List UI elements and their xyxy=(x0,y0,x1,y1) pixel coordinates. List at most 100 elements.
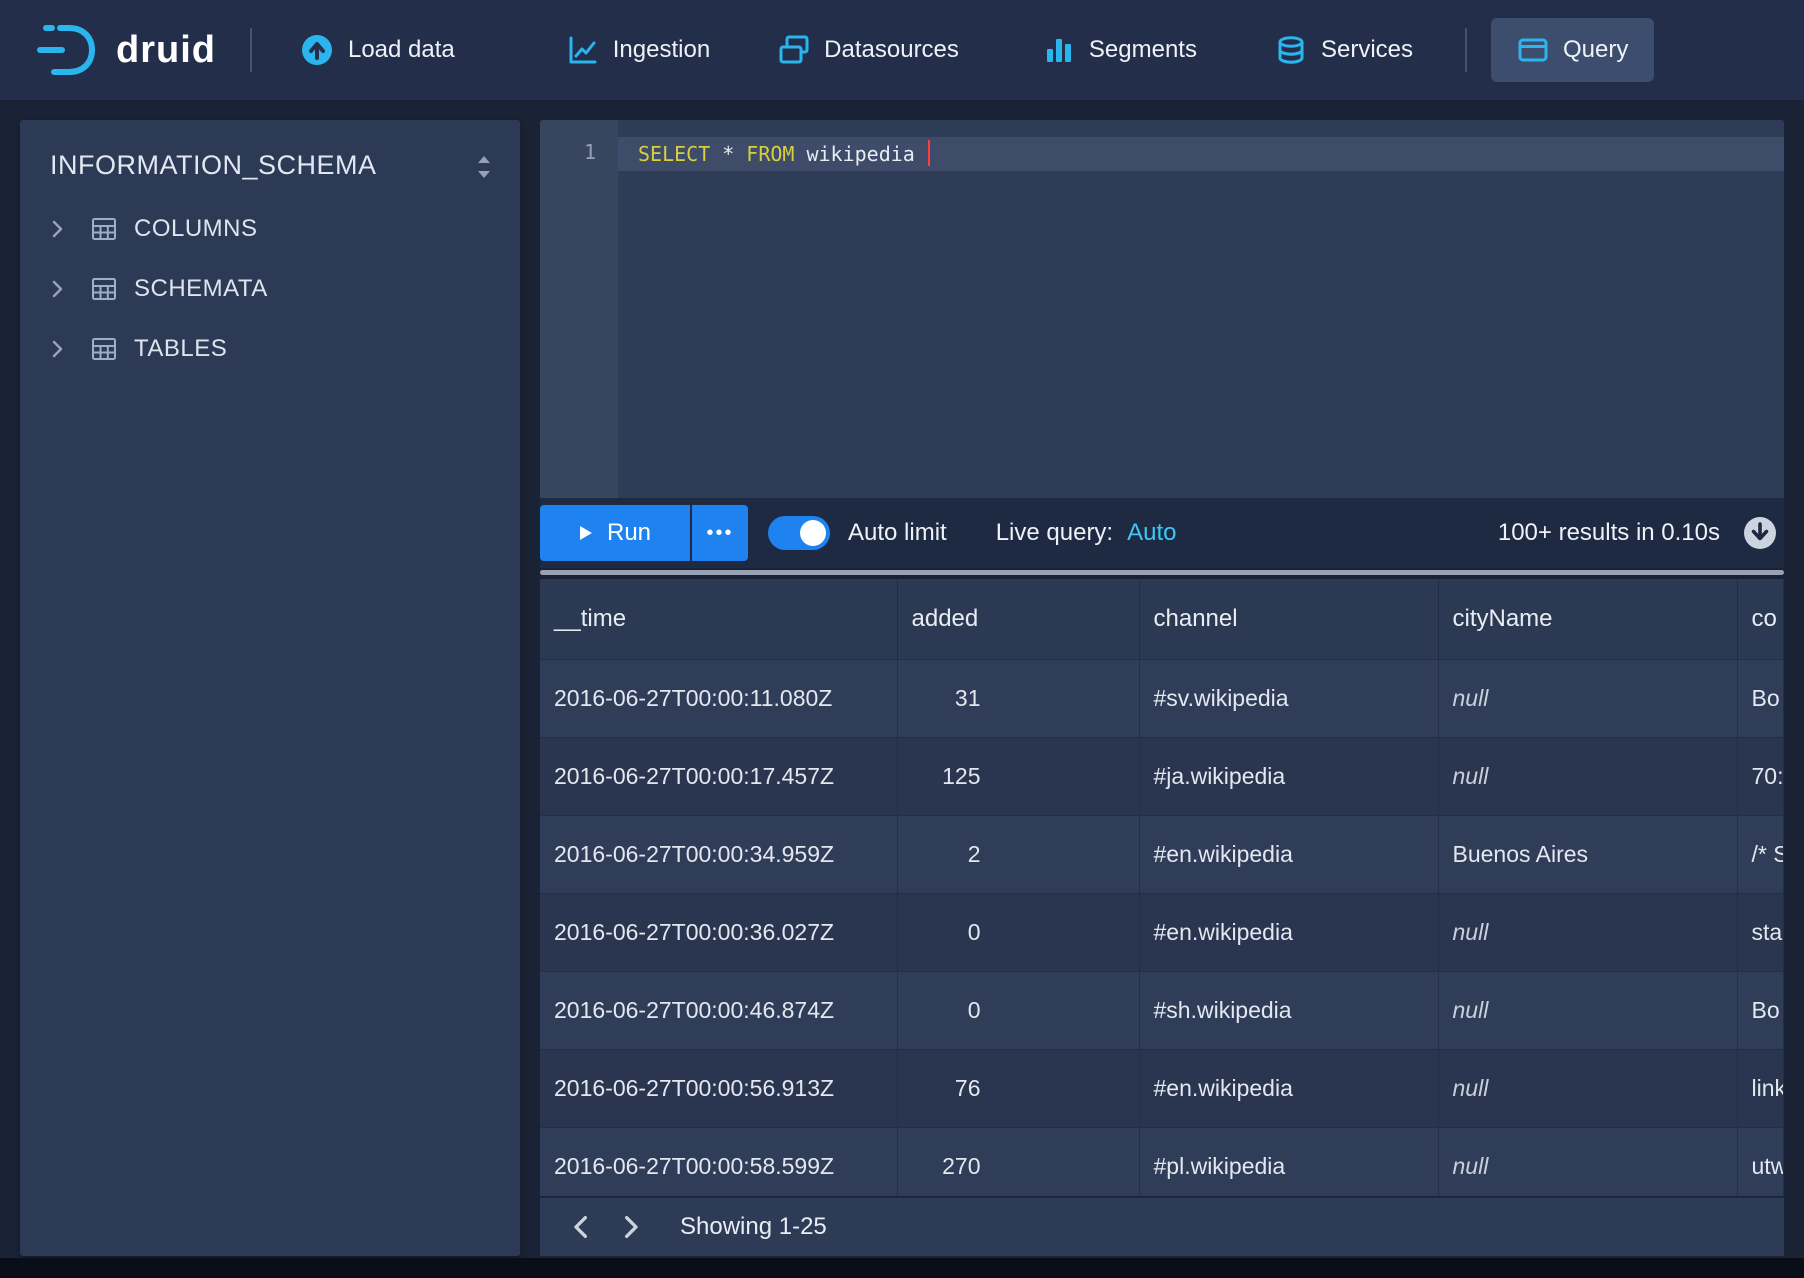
table-cell[interactable]: 2016-06-27T00:00:58.599Z xyxy=(540,1127,897,1196)
query-main-panel: 1 SELECT*FROMwikipedia Run ••• Auto limi… xyxy=(540,120,1784,1256)
run-button[interactable]: Run xyxy=(540,505,690,561)
tree-item-schemata[interactable]: SCHEMATA xyxy=(20,259,520,319)
table-cell[interactable]: 2016-06-27T00:00:56.913Z xyxy=(540,1049,897,1127)
table-cell[interactable]: sta xyxy=(1737,893,1784,971)
column-header[interactable]: added xyxy=(897,579,1139,659)
results-area: __time added channel cityName co 2016-06… xyxy=(540,579,1784,1196)
table-cell[interactable]: 76 xyxy=(897,1049,1139,1127)
line-number: 1 xyxy=(584,140,596,164)
table-cell[interactable]: null xyxy=(1438,1049,1737,1127)
table-cell[interactable]: #sv.wikipedia xyxy=(1139,659,1438,737)
bottom-strip xyxy=(0,1258,1804,1278)
table-cell[interactable]: 2016-06-27T00:00:17.457Z xyxy=(540,737,897,815)
nav-item-datasources[interactable]: Datasources xyxy=(778,34,959,66)
column-header[interactable]: __time xyxy=(540,579,897,659)
prev-page-icon[interactable] xyxy=(570,1215,590,1239)
run-bar: Run ••• Auto limit Live query: Auto 100+… xyxy=(540,498,1784,568)
table-row: 2016-06-27T00:00:58.599Z 270 #pl.wikiped… xyxy=(540,1127,1784,1196)
nav-item-ingestion[interactable]: Ingestion xyxy=(567,34,710,66)
next-page-icon[interactable] xyxy=(622,1215,642,1239)
table-cell[interactable]: null xyxy=(1438,659,1737,737)
schema-selector[interactable]: INFORMATION_SCHEMA xyxy=(20,120,520,181)
chevron-right-icon[interactable] xyxy=(50,280,64,298)
column-header[interactable]: co xyxy=(1737,579,1784,659)
chevron-right-icon[interactable] xyxy=(50,340,64,358)
table-cell[interactable]: 125 xyxy=(897,737,1139,815)
services-database-icon xyxy=(1275,34,1307,66)
table-row: 2016-06-27T00:00:56.913Z 76 #en.wikipedi… xyxy=(540,1049,1784,1127)
sql-table-name: wikipedia xyxy=(806,142,914,166)
schema-tree: COLUMNS SCHEMATA TABLES xyxy=(20,199,520,379)
table-cell[interactable]: 0 xyxy=(897,893,1139,971)
table-cell[interactable]: null xyxy=(1438,1127,1737,1196)
table-grid-icon xyxy=(90,335,118,363)
table-cell[interactable]: 2016-06-27T00:00:46.874Z xyxy=(540,971,897,1049)
nav-item-segments[interactable]: Segments xyxy=(1043,34,1197,66)
header-row: __time added channel cityName co xyxy=(540,579,1784,659)
live-query-value[interactable]: Auto xyxy=(1127,519,1176,547)
column-header[interactable]: channel xyxy=(1139,579,1438,659)
tree-item-label: COLUMNS xyxy=(134,215,258,243)
tree-item-tables[interactable]: TABLES xyxy=(20,319,520,379)
table-cell[interactable]: 2016-06-27T00:00:34.959Z xyxy=(540,815,897,893)
table-cell[interactable]: #en.wikipedia xyxy=(1139,893,1438,971)
table-cell[interactable]: Bo xyxy=(1737,659,1784,737)
table-cell[interactable]: null xyxy=(1438,737,1737,815)
editor-code-area[interactable]: SELECT*FROMwikipedia xyxy=(618,120,1784,498)
showing-label: Showing 1-25 xyxy=(680,1213,827,1241)
horizontal-scrollbar[interactable] xyxy=(540,570,1784,575)
table-cell[interactable]: null xyxy=(1438,971,1737,1049)
more-dots-icon: ••• xyxy=(706,522,733,545)
table-cell[interactable]: 31 xyxy=(897,659,1139,737)
auto-limit-label: Auto limit xyxy=(848,519,947,547)
sql-keyword: FROM xyxy=(746,142,794,166)
nav-item-services[interactable]: Services xyxy=(1275,34,1413,66)
table-cell[interactable]: null xyxy=(1438,893,1737,971)
auto-limit-toggle[interactable] xyxy=(768,516,830,550)
sql-keyword: SELECT xyxy=(638,142,710,166)
table-cell[interactable]: Bo xyxy=(1737,971,1784,1049)
nav-item-label: Load data xyxy=(348,36,455,64)
column-header[interactable]: cityName xyxy=(1438,579,1737,659)
table-cell[interactable]: 70: xyxy=(1737,737,1784,815)
segments-bars-icon xyxy=(1043,34,1075,66)
table-row: 2016-06-27T00:00:34.959Z 2 #en.wikipedia… xyxy=(540,815,1784,893)
table-row: 2016-06-27T00:00:17.457Z 125 #ja.wikiped… xyxy=(540,737,1784,815)
table-cell[interactable]: link xyxy=(1737,1049,1784,1127)
table-row: 2016-06-27T00:00:46.874Z 0 #sh.wikipedia… xyxy=(540,971,1784,1049)
results-info: 100+ results in 0.10s xyxy=(1498,519,1720,547)
druid-logo[interactable]: druid xyxy=(36,22,216,78)
table-cell[interactable]: 0 xyxy=(897,971,1139,1049)
table-cell[interactable]: Buenos Aires xyxy=(1438,815,1737,893)
table-cell[interactable]: #sh.wikipedia xyxy=(1139,971,1438,1049)
table-cell[interactable]: #en.wikipedia xyxy=(1139,815,1438,893)
table-grid-icon xyxy=(90,275,118,303)
nav-item-label: Ingestion xyxy=(613,36,710,64)
table-cell[interactable]: /* S xyxy=(1737,815,1784,893)
table-cell[interactable]: utw xyxy=(1737,1127,1784,1196)
download-button[interactable] xyxy=(1742,515,1778,551)
table-cell[interactable]: 2016-06-27T00:00:11.080Z xyxy=(540,659,897,737)
nav-item-label: Services xyxy=(1321,36,1413,64)
double-caret-icon[interactable] xyxy=(474,154,494,187)
live-query-label: Live query: xyxy=(996,519,1113,547)
table-cell[interactable]: 270 xyxy=(897,1127,1139,1196)
nav-item-load-data[interactable]: Load data xyxy=(300,33,455,67)
chevron-right-icon[interactable] xyxy=(50,220,64,238)
pagination-bar: Showing 1-25 xyxy=(540,1196,1784,1256)
table-cell[interactable]: 2016-06-27T00:00:36.027Z xyxy=(540,893,897,971)
nav-item-label: Query xyxy=(1563,36,1628,64)
upload-icon xyxy=(300,33,334,67)
brand-text: druid xyxy=(116,29,216,72)
table-cell[interactable]: #en.wikipedia xyxy=(1139,1049,1438,1127)
run-more-button[interactable]: ••• xyxy=(692,505,748,561)
sql-editor[interactable]: 1 SELECT*FROMwikipedia xyxy=(540,120,1784,498)
nav-item-query[interactable]: Query xyxy=(1491,18,1654,82)
results-table: __time added channel cityName co 2016-06… xyxy=(540,579,1784,1196)
table-cell[interactable]: 2 xyxy=(897,815,1139,893)
tree-item-columns[interactable]: COLUMNS xyxy=(20,199,520,259)
nav-item-label: Segments xyxy=(1089,36,1197,64)
tree-item-label: SCHEMATA xyxy=(134,275,268,303)
table-cell[interactable]: #ja.wikipedia xyxy=(1139,737,1438,815)
table-cell[interactable]: #pl.wikipedia xyxy=(1139,1127,1438,1196)
